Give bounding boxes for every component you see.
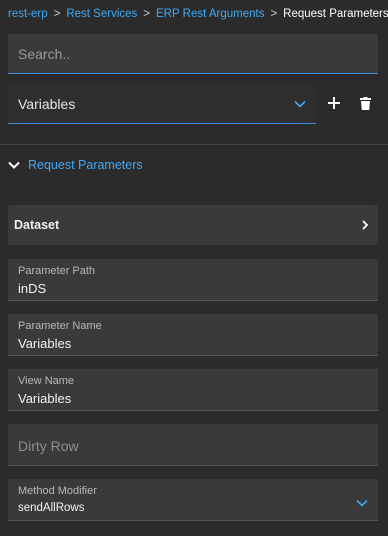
parameter-name-field[interactable]: Parameter Name Variables [8,314,378,356]
divider [0,144,388,145]
variables-select-value: Variables [18,96,76,112]
plus-icon [328,97,340,109]
view-name-label: View Name [18,375,75,387]
breadcrumb-link-erp-rest-arguments[interactable]: ERP Rest Arguments [156,8,264,20]
search-input[interactable] [8,34,378,73]
breadcrumb-separator: > [53,8,61,20]
parameter-path-field[interactable]: Parameter Path inDS [8,259,378,301]
breadcrumb-separator: > [143,8,150,20]
add-button[interactable] [326,94,342,112]
chevron-down-icon [8,161,20,169]
variables-select[interactable]: Variables [8,86,316,124]
breadcrumb-separator: > [270,8,278,20]
request-parameters-section-toggle[interactable]: Request Parameters [8,156,143,174]
search-box [8,34,378,74]
parameter-path-label: Parameter Path [18,265,96,277]
breadcrumb-link-rest-erp[interactable]: rest-erp [8,8,48,20]
trash-icon [359,96,371,110]
parameter-name-label: Parameter Name [18,320,102,332]
chevron-down-icon [356,499,368,507]
chevron-down-icon [294,100,306,108]
method-modifier-value: sendAllRows [18,502,85,514]
view-name-field[interactable]: View Name Variables [8,369,378,411]
breadcrumb-link-rest-services[interactable]: Rest Services [66,8,137,20]
view-name-value: Variables [18,391,72,406]
delete-button[interactable] [357,94,373,112]
variables-select-row: Variables [8,86,380,124]
chevron-right-icon [362,220,368,230]
breadcrumb: rest-erp > Rest Services > ERP Rest Argument… [8,6,388,22]
method-modifier-label: Method Modifier [18,485,97,497]
parameter-name-value: Variables [18,336,72,351]
dirty-row-placeholder: Dirty Row [18,438,79,454]
dataset-row[interactable]: Dataset [8,205,378,245]
breadcrumb-current: Request Parameters [283,8,388,20]
parameter-path-value: inDS [18,281,47,296]
method-modifier-select[interactable]: Method Modifier sendAllRows [8,479,378,521]
section-title: Request Parameters [28,158,143,172]
dirty-row-field[interactable]: Dirty Row [8,424,378,466]
dataset-label: Dataset [14,218,60,232]
